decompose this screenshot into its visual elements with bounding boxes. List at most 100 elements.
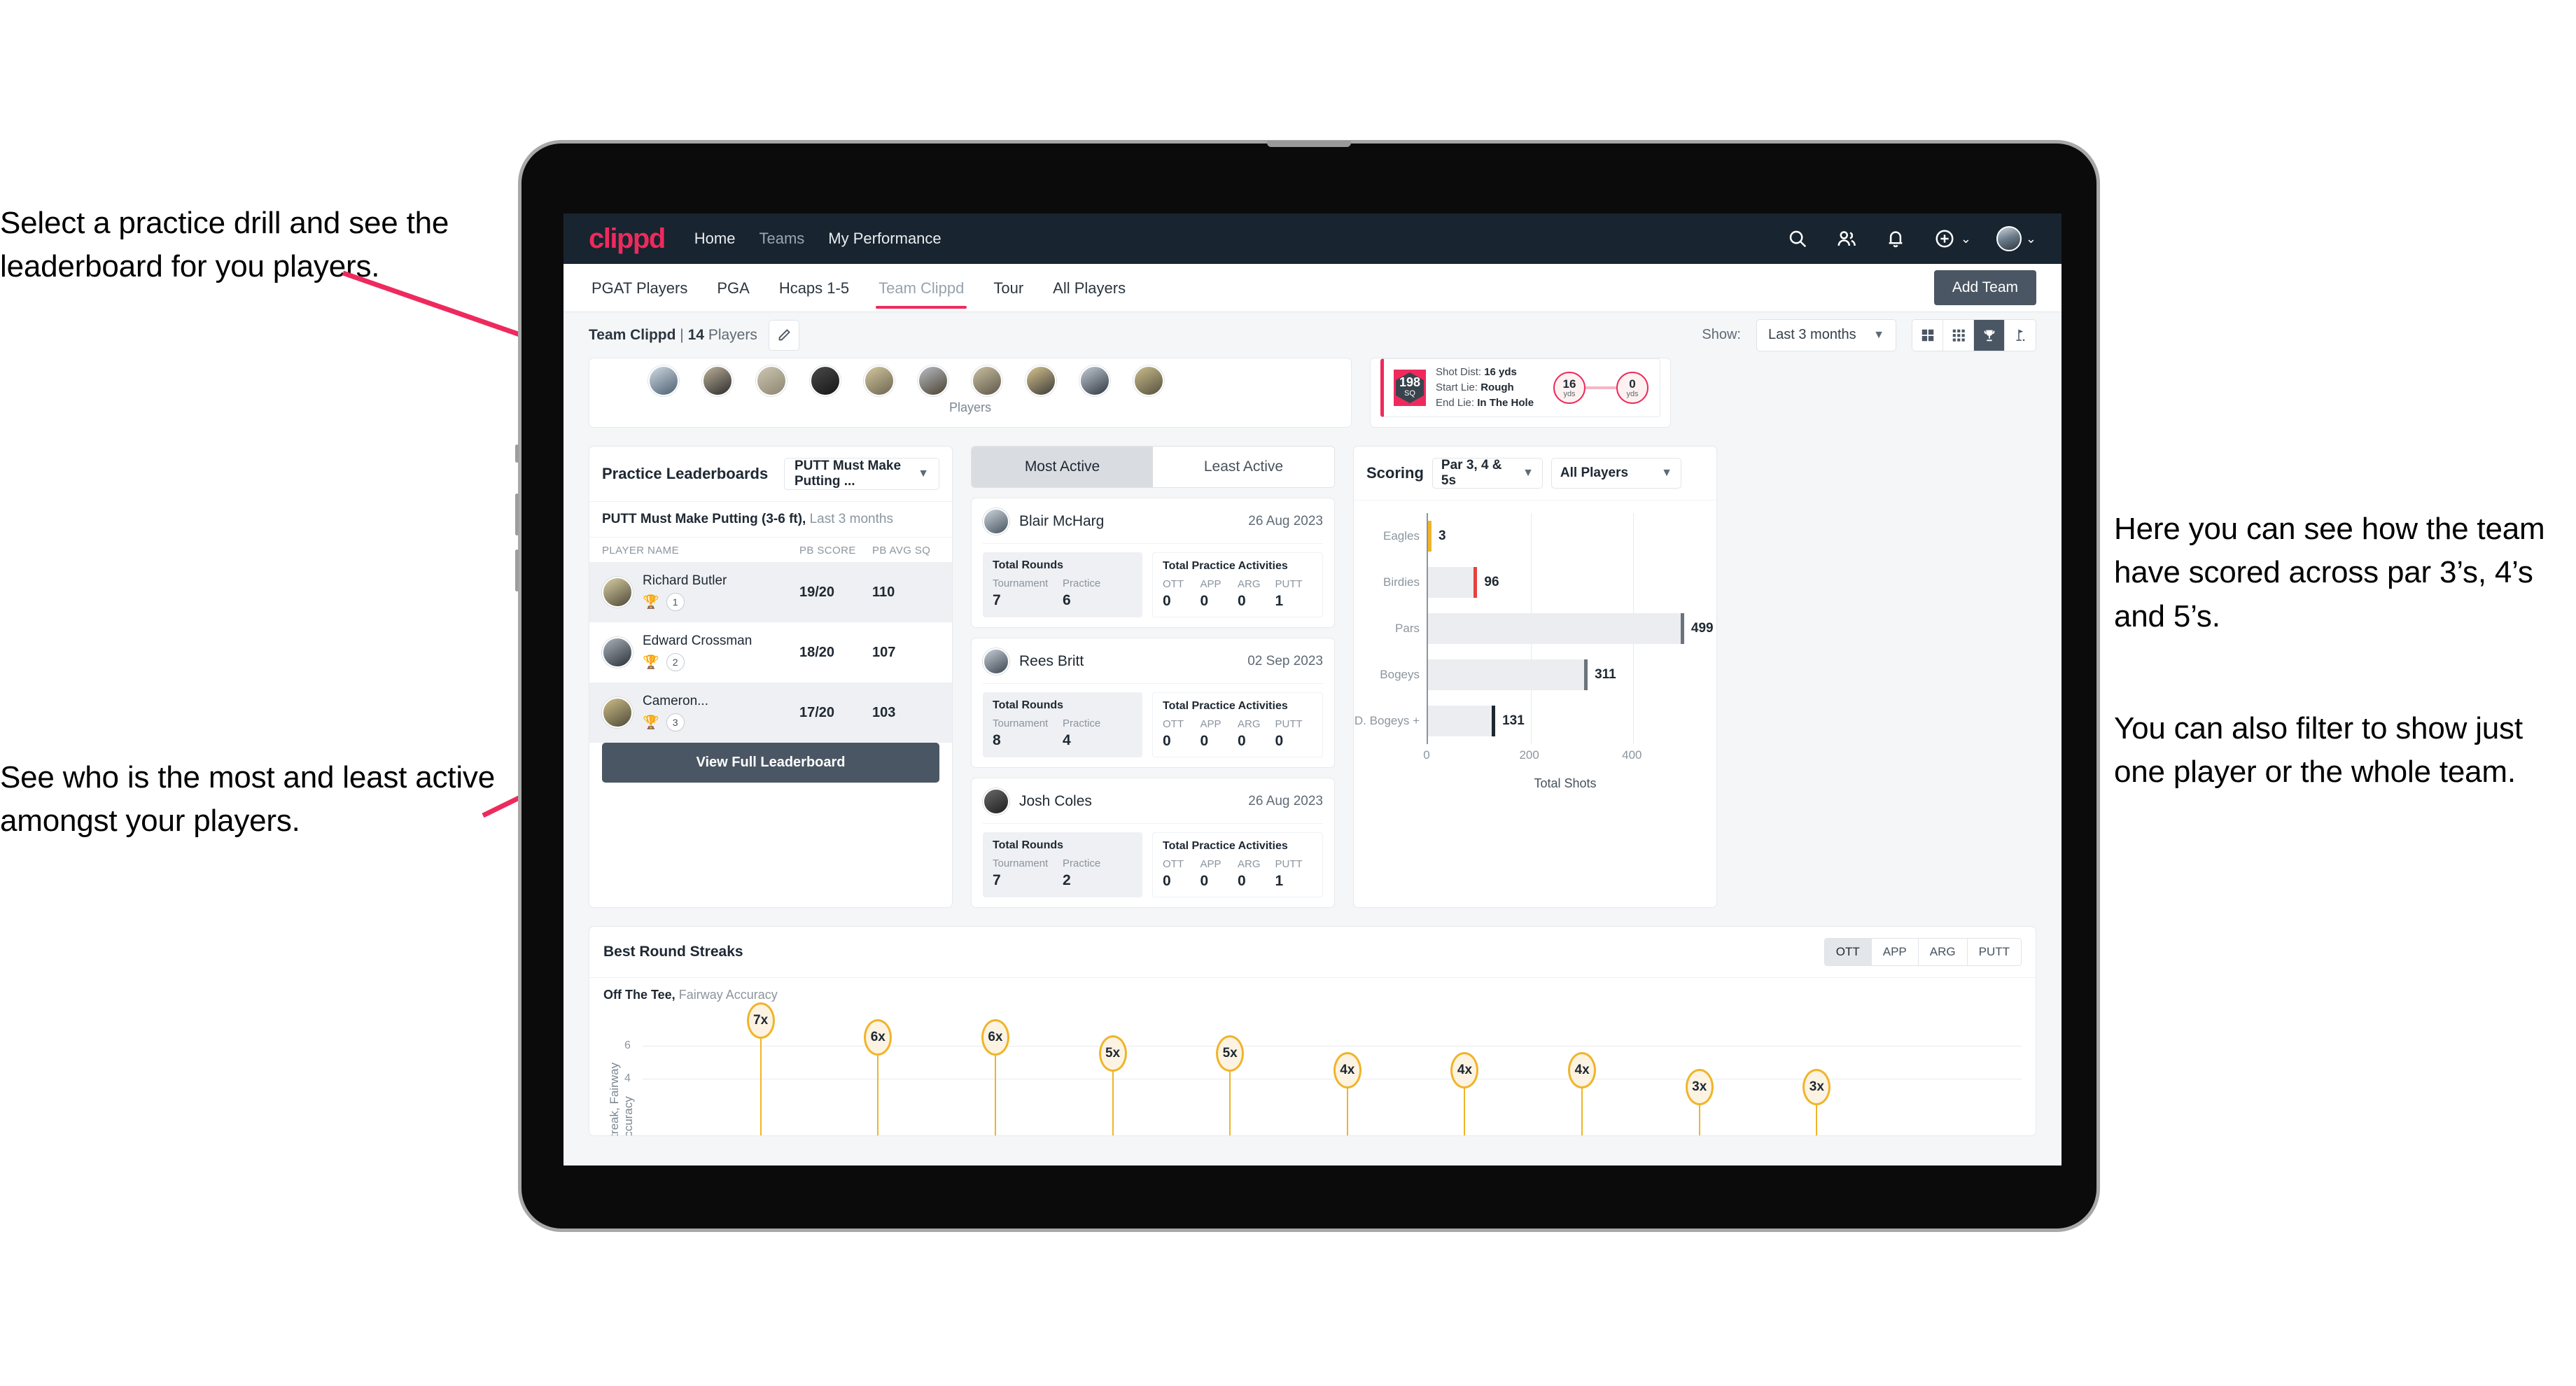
total-rounds-header: Total Rounds [993,559,1064,571]
start-distance-node: 16 yds [1553,372,1586,404]
tab-pgat-players[interactable]: PGAT Players [589,267,690,309]
activity-date: 26 Aug 2023 [1248,514,1323,528]
table-row[interactable]: Richard Butler 🏆 1 19/20 110 [589,562,952,622]
avatar[interactable] [918,365,948,396]
chart-lollipop-label[interactable]: 4x [1568,1052,1597,1088]
avatar [602,577,633,608]
clippd-logo[interactable]: clippd [589,223,666,255]
player-name: Edward Crossman [643,634,752,648]
nav-my-performance[interactable]: My Performance [828,230,941,248]
tablet-button-power[interactable] [515,444,519,463]
edit-team-button[interactable] [768,319,799,351]
chart-bar [1428,659,1588,690]
chart-lollipop-label[interactable]: 7x [746,1002,775,1039]
bell-icon[interactable] [1884,227,1907,251]
tab-team-clippd[interactable]: Team Clippd [876,267,967,309]
avatar[interactable] [702,365,733,396]
streaks-sub-light: Fairway Accuracy [678,988,778,1002]
avatar[interactable] [972,365,1002,396]
list-item[interactable]: Josh Coles 26 Aug 2023 Total Rounds Tour… [971,778,1335,908]
shot-quality-card: 198 SQ Shot Dist: 16 yds Start Lie: Roug… [1370,358,1671,428]
tab-most-active[interactable]: Most Active [972,447,1153,487]
practice-values: OTT 0 APP 0 ARG 0 PUTT 0 [1163,718,1312,750]
player-avatar-row [589,358,1351,396]
end-distance-node: 0 yds [1616,372,1648,404]
avatar[interactable] [864,365,895,396]
arg-label: ARG [1238,718,1261,730]
chart-lollipop-stem: 3x [1802,1068,1831,1135]
tablet-button-volume-down[interactable] [515,550,519,592]
search-icon[interactable] [1786,227,1809,251]
chart-lollipop-label[interactable]: 3x [1802,1068,1831,1105]
avatar[interactable] [1026,365,1056,396]
putt-label: PUTT [1275,858,1303,870]
people-icon[interactable] [1835,227,1858,251]
avatar[interactable] [1079,365,1110,396]
chart-bar-row: Birdies 96 [1383,567,1499,598]
chart-lollipop-label[interactable]: 5x [1098,1035,1127,1072]
streak-tab-putt[interactable]: PUTT [1967,939,2021,965]
player-count: 14 [687,326,704,343]
list-item[interactable]: Blair McHarg 26 Aug 2023 Total Rounds To… [971,498,1335,628]
chart-lollipop-stem: 3x [1685,1068,1714,1135]
avatar[interactable] [1133,365,1164,396]
players-caption: Players [948,400,992,414]
chart-lollipop-label[interactable]: 3x [1685,1068,1714,1105]
chart-lollipop-label[interactable]: 6x [981,1018,1009,1056]
par-filter-value: Par 3, 4 & 5s [1441,458,1502,488]
nav-home[interactable]: Home [694,230,736,248]
practice-value: 2 [1063,872,1071,888]
tournament-label: Tournament [993,578,1049,589]
chart-lollipop-label[interactable]: 6x [864,1018,892,1056]
table-row[interactable]: Cameron... 🏆 3 17/20 103 [589,682,952,743]
annotation-left-bottom: See who is the most and least active amo… [0,760,495,839]
tab-hcaps-1-5[interactable]: Hcaps 1-5 [776,267,852,309]
show-label: Show: [1702,327,1741,342]
account-menu[interactable]: ⌄ [1996,226,2036,251]
streak-tab-app[interactable]: APP [1871,939,1919,965]
add-menu[interactable]: ⌄ [1933,227,1971,251]
chart-lollipop-label[interactable]: 4x [1450,1052,1479,1088]
trophy-icon[interactable] [1974,319,2005,351]
chart-lollipop-stem: 7x [746,1002,775,1135]
practice-leaderboards-card: Practice Leaderboards PUTT Must Make Put… [589,446,953,908]
tab-pga[interactable]: PGA [714,267,752,309]
players-card: Players [589,358,1352,428]
avatar[interactable] [1996,226,2022,251]
shot-score-value: 198 [1399,375,1421,390]
view-full-leaderboard-button[interactable]: View Full Leaderboard [602,743,939,783]
par-filter-select[interactable]: Par 3, 4 & 5s ▼ [1432,458,1543,489]
end-lie-row: End Lie: In The Hole [1436,396,1534,411]
chart-lollipop-label[interactable]: 5x [1216,1035,1245,1072]
arg-value: 0 [1238,873,1246,889]
grid-small-icon[interactable] [1943,319,1974,351]
chart-lollipop-stem: 4x [1333,1052,1362,1135]
practice-col: Practice 4 [1063,718,1133,749]
flag-icon[interactable] [2005,319,2036,351]
table-row[interactable]: Edward Crossman 🏆 2 18/20 107 [589,622,952,682]
date-range-select[interactable]: Last 3 months ▼ [1756,318,1896,351]
tab-all-players[interactable]: All Players [1050,267,1128,309]
chart-lollipop-label[interactable]: 4x [1333,1052,1362,1088]
list-item[interactable]: Rees Britt 02 Sep 2023 Total Rounds Tour… [971,638,1335,768]
tab-tour[interactable]: Tour [990,267,1026,309]
player-filter-select[interactable]: All Players ▼ [1550,458,1681,489]
add-team-button[interactable]: Add Team [1933,270,2036,305]
avatar [983,648,1009,675]
chart-bar-row: D. Bogeys + 131 [1354,706,1525,736]
rounds-values: Tournament 8 Practice 4 [993,718,1133,749]
practice-values: OTT 0 APP 0 ARG 0 PUTT 1 [1163,858,1312,890]
avatar[interactable] [810,365,841,396]
practice-label: Practice [1063,718,1101,729]
streak-tab-arg[interactable]: ARG [1918,939,1968,965]
avatar[interactable] [648,365,679,396]
drill-select[interactable]: PUTT Must Make Putting ... ▼ [784,458,939,490]
nav-teams[interactable]: Teams [759,230,804,248]
plus-circle-icon[interactable] [1933,227,1956,251]
streak-tab-ott[interactable]: OTT [1824,939,1872,965]
avatar[interactable] [756,365,787,396]
tablet-button-volume-up[interactable] [515,493,519,536]
grid-large-icon[interactable] [1912,319,1943,351]
tab-least-active[interactable]: Least Active [1153,447,1334,487]
chart-lollipop-stem: 6x [981,1018,1009,1135]
